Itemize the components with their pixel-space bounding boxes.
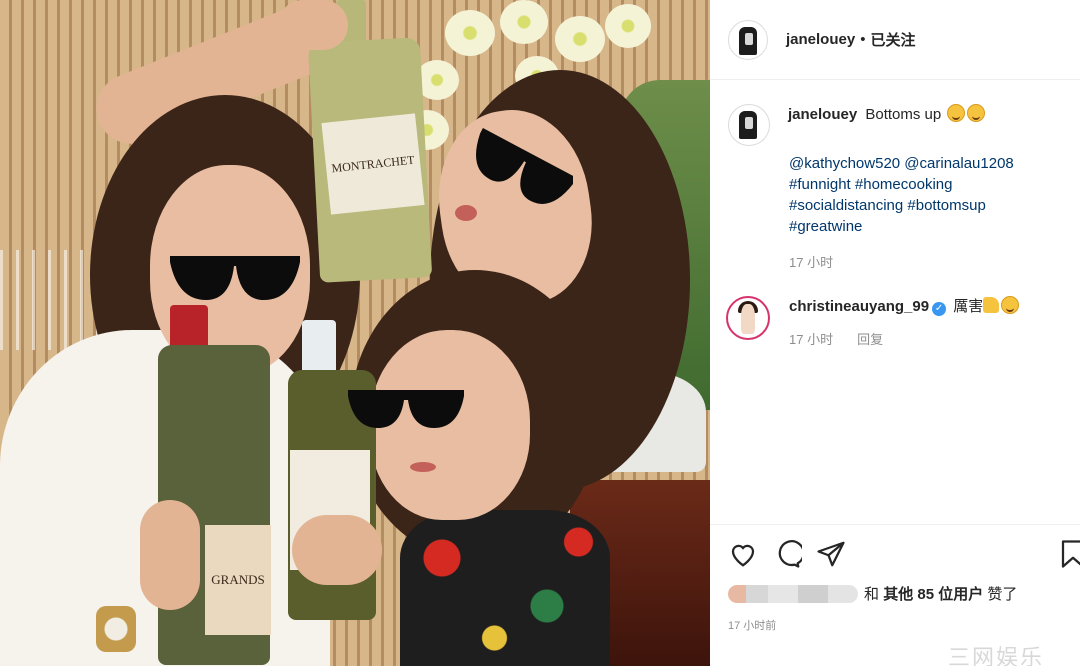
likes-others-link[interactable]: 其他 85 位用户 (883, 583, 983, 604)
watermark: 三网娱乐 (948, 645, 1045, 666)
blurred-liker-names[interactable] (728, 584, 858, 603)
caption-tag-line[interactable]: #funnight #homecooking (789, 174, 1069, 195)
sunglasses-overlay-right (476, 128, 573, 204)
bottle-label-grands: GRANDS (205, 525, 271, 635)
thumbs-up-icon (983, 297, 1000, 313)
heart-icon[interactable] (728, 539, 758, 569)
post-header: janelouey • 已关注 (710, 0, 1080, 80)
comment-icon[interactable] (772, 539, 802, 569)
hand-left (140, 500, 200, 610)
person-middle-dress (400, 510, 610, 666)
following-button[interactable]: 已关注 (870, 29, 915, 50)
sunglasses-overlay-left (170, 256, 300, 300)
grinning-squinting-face-icon (947, 104, 966, 122)
likes-suffix: 赞了 (987, 586, 1018, 603)
reply-button[interactable]: 回复 (857, 332, 883, 347)
caption-tag-line[interactable]: @kathychow520 @carinalau1208 (789, 153, 1069, 174)
caption-avatar[interactable] (728, 104, 770, 146)
author-avatar[interactable] (728, 19, 768, 60)
hand-middle (292, 515, 382, 585)
bottle-label-montrachet: MONTRACHET (321, 113, 425, 215)
verified-badge-icon: ✓ (932, 302, 947, 316)
wrist-watch (96, 606, 136, 652)
post-side-panel: janelouey • 已关注 janelouey Bottoms up @ka… (710, 0, 1080, 666)
caption-time[interactable]: 17 小时 (789, 252, 833, 271)
caption-tag-line[interactable]: #greatwine (789, 216, 1069, 237)
bookmark-icon[interactable] (1060, 539, 1080, 569)
post-time[interactable]: 17 小时前 (728, 617, 776, 633)
grinning-squinting-face-icon (967, 104, 986, 122)
caption-username[interactable]: janelouey (788, 106, 857, 123)
caption-tags: @kathychow520 @carinalau1208 #funnight #… (789, 153, 1069, 237)
commenter-username[interactable]: christineauyang_99 (789, 298, 929, 315)
hand-top (278, 0, 348, 50)
likes-connector: 和 (864, 586, 880, 603)
likes-summary: 和 其他 85 位用户 赞了 (728, 583, 1017, 604)
post-photo[interactable]: MONTRACHET GRANDS (0, 0, 710, 666)
share-icon[interactable] (816, 539, 846, 569)
sunglasses-overlay-middle (348, 390, 464, 428)
comment-text: 厲害 (953, 298, 984, 315)
comment-time[interactable]: 17 小时 (789, 332, 833, 347)
commenter-avatar[interactable] (726, 296, 770, 340)
comment: christineauyang_99 ✓ 厲害 17 小时 回复 (726, 296, 1080, 350)
rolling-on-floor-laughing-icon (1001, 296, 1020, 314)
caption-text: Bottoms up (865, 106, 942, 123)
author-username[interactable]: janelouey (786, 31, 855, 48)
caption: janelouey Bottoms up (728, 104, 1073, 146)
header-separator: • (860, 31, 866, 48)
caption-tag-line[interactable]: #socialdistancing #bottomsup (789, 195, 1069, 216)
